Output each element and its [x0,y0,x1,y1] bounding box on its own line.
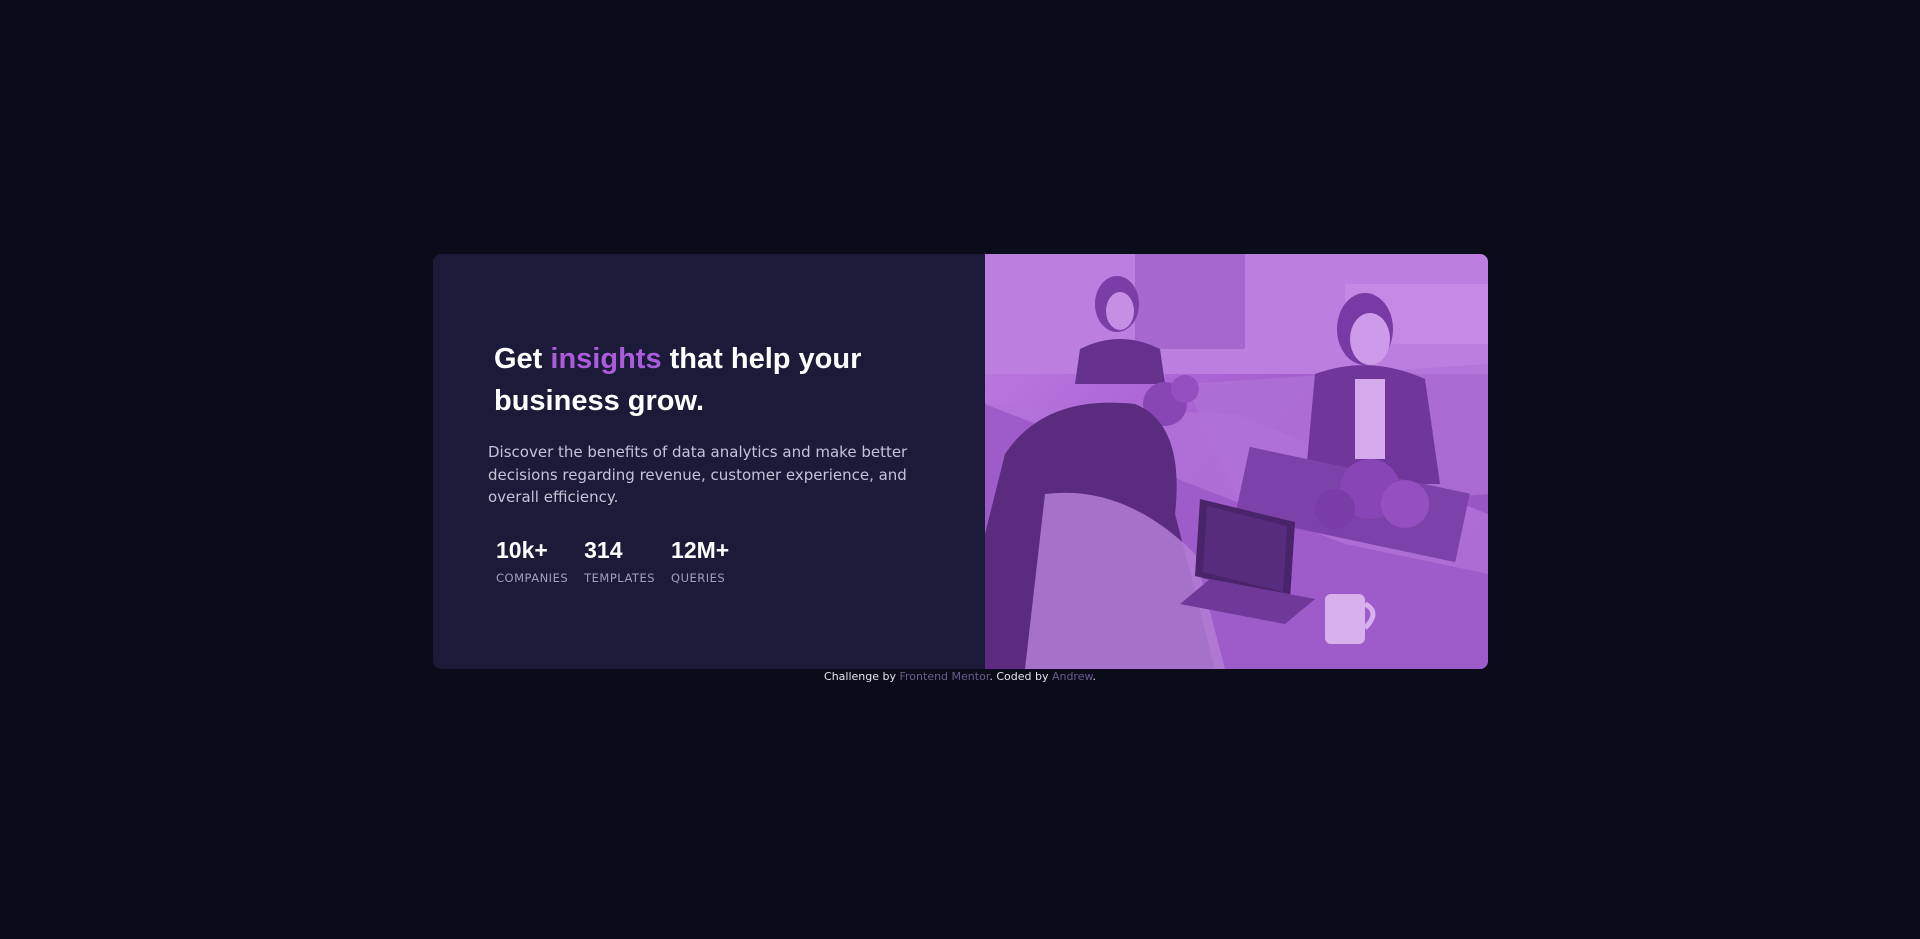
stat-label: TEMPLATES [584,571,656,585]
headline-pre: Get [494,343,551,375]
stat-value: 10k+ [496,537,548,563]
stats-row: 10k+ COMPANIES 314 TEMPLATES 12M+ QUERIE… [496,536,729,585]
header-image [985,254,1488,669]
description: Discover the benefits of data analytics … [488,443,908,506]
stat-label: COMPANIES [496,571,569,585]
headline: Get insights that help your business gro… [494,338,914,422]
card-text-panel: Get insights that help your business gro… [433,254,985,669]
office-photo-illustration [985,254,1488,669]
stat-value: 12M+ [671,537,730,563]
stats-preview-card: Get insights that help your business gro… [433,254,1488,669]
stat-label: QUERIES [671,571,726,585]
author-link[interactable]: Andrew [1052,670,1093,683]
frontend-mentor-link[interactable]: Frontend Mentor [900,670,990,683]
stat-templates: 314 TEMPLATES [584,536,655,585]
stat-companies: 10k+ COMPANIES [496,536,568,585]
attribution-middle: . Coded by [989,670,1052,683]
stat-queries: 12M+ QUERIES [671,536,729,585]
attribution-prefix: Challenge by [824,670,900,683]
stat-value: 314 [584,537,623,563]
headline-accent: insights [550,343,662,375]
attribution: Challenge by Frontend Mentor. Coded by A… [0,670,1920,683]
attribution-suffix: . [1092,670,1096,683]
